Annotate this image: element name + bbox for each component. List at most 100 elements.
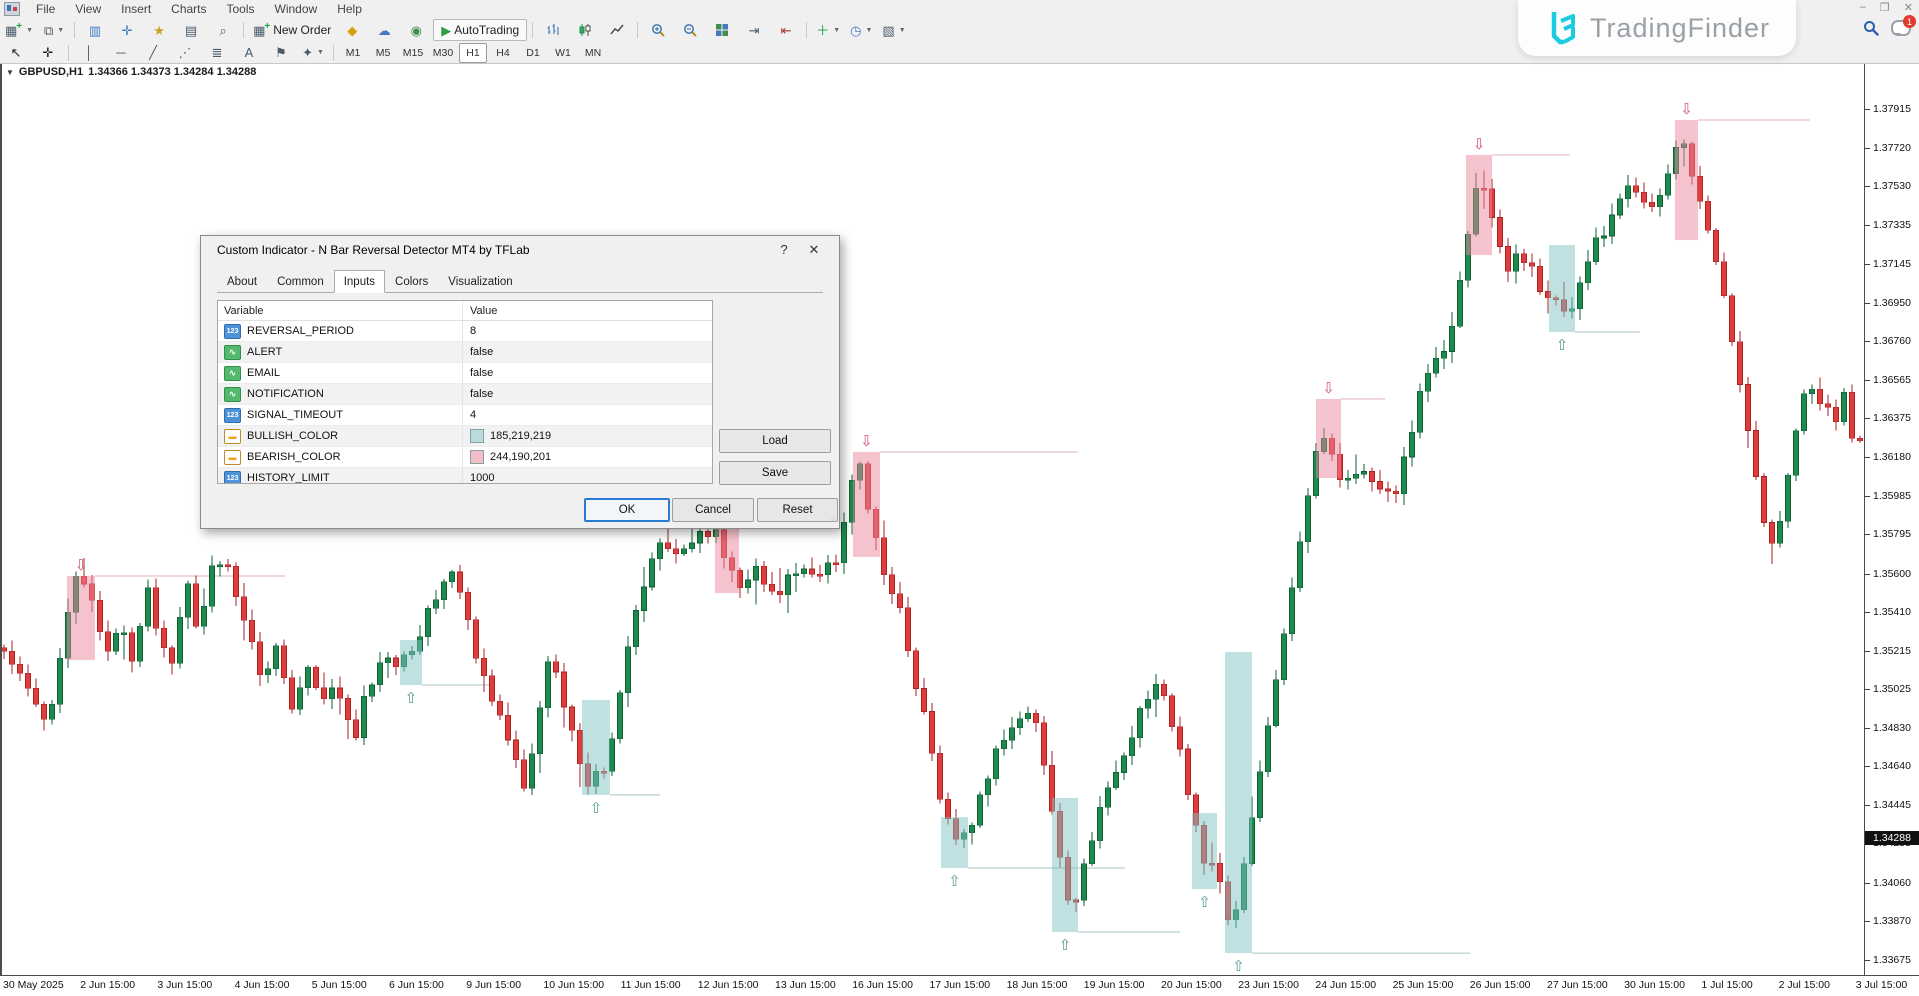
- cancel-button[interactable]: Cancel: [672, 498, 754, 522]
- bar-chart-icon[interactable]: [538, 19, 568, 41]
- cursor-icon[interactable]: ↖: [1, 42, 31, 64]
- dialog-help-button[interactable]: ?: [769, 242, 799, 257]
- dialog-close-icon[interactable]: ✕: [799, 242, 829, 258]
- chat-icon[interactable]: 1: [1891, 20, 1911, 36]
- inputs-table[interactable]: VariableValue123REVERSAL_PERIOD8∿ALERTfa…: [217, 300, 713, 484]
- tile-windows-icon[interactable]: [707, 19, 737, 41]
- menu-window[interactable]: Window: [265, 1, 328, 17]
- timeframe-w1[interactable]: W1: [549, 43, 577, 63]
- input-name: BULLISH_COLOR: [247, 430, 338, 442]
- dialog-titlebar[interactable]: Custom Indicator - N Bar Reversal Detect…: [201, 236, 839, 263]
- alerts-icon[interactable]: ◉: [401, 19, 431, 41]
- candle-body: [634, 611, 639, 647]
- search-icon[interactable]: [1863, 20, 1879, 36]
- input-row-reversal_period[interactable]: 123REVERSAL_PERIOD8: [218, 321, 712, 342]
- input-row-history_limit[interactable]: 123HISTORY_LIMIT1000: [218, 468, 712, 484]
- menu-file[interactable]: File: [26, 1, 65, 17]
- vertical-line-icon[interactable]: │: [74, 42, 104, 64]
- input-row-signal_timeout[interactable]: 123SIGNAL_TIMEOUT4: [218, 405, 712, 426]
- menu-view[interactable]: View: [65, 1, 111, 17]
- line-chart-icon[interactable]: [602, 19, 632, 41]
- market-icon[interactable]: ☁: [369, 19, 399, 41]
- time-axis[interactable]: 30 May 20252 Jun 15:003 Jun 15:004 Jun 1…: [0, 976, 1919, 996]
- candle-body: [882, 538, 887, 575]
- metaeditor-icon[interactable]: ◆: [337, 19, 367, 41]
- candle-body: [1018, 719, 1023, 728]
- candle-body: [770, 584, 775, 591]
- new-chart-icon[interactable]: ▦+▼: [1, 19, 37, 41]
- label-icon[interactable]: ⚑: [266, 42, 296, 64]
- timeframe-h1[interactable]: H1: [459, 43, 487, 63]
- new-order-button[interactable]: ▦+New Order: [249, 19, 335, 41]
- bearish-zone: [67, 576, 95, 660]
- shapes-icon[interactable]: ✦▼: [298, 42, 328, 64]
- candle-body: [2, 648, 7, 651]
- auto-scroll-icon[interactable]: ⇥: [739, 19, 769, 41]
- zoom-out-icon[interactable]: [675, 19, 705, 41]
- trendline-icon[interactable]: ╱: [138, 42, 168, 64]
- periods-icon[interactable]: ◷▼: [846, 19, 876, 41]
- equidistant-channel-icon[interactable]: ⋰: [170, 42, 200, 64]
- market-watch-icon[interactable]: ▥: [80, 19, 110, 41]
- autotrading-button[interactable]: ▶AutoTrading: [433, 19, 527, 41]
- candle-body: [906, 608, 911, 651]
- input-row-email[interactable]: ∿EMAILfalse: [218, 363, 712, 384]
- horizontal-line-icon[interactable]: ─: [106, 42, 136, 64]
- indicator-properties-dialog: Custom Indicator - N Bar Reversal Detect…: [200, 235, 840, 529]
- tab-common[interactable]: Common: [267, 272, 334, 293]
- timeframe-mn[interactable]: MN: [579, 43, 607, 63]
- save-button[interactable]: Save: [719, 461, 831, 485]
- timeframe-m30[interactable]: M30: [429, 43, 457, 63]
- input-row-notification[interactable]: ∿NOTIFICATIONfalse: [218, 384, 712, 405]
- crosshair-icon[interactable]: ✛: [33, 42, 63, 64]
- minimize-button[interactable]: –: [1860, 1, 1866, 14]
- dialog-resize-grip[interactable]: ⁘: [829, 518, 837, 526]
- data-window-icon[interactable]: ✛: [112, 19, 142, 41]
- profiles-icon[interactable]: ⧉▼: [39, 19, 69, 41]
- templates-icon[interactable]: ▧▼: [878, 19, 909, 41]
- input-value[interactable]: false: [470, 346, 493, 358]
- input-value[interactable]: 1000: [470, 472, 494, 484]
- time-tick-label: 6 Jun 15:00: [389, 979, 444, 991]
- input-value[interactable]: 8: [470, 325, 476, 337]
- input-row-bullish_color[interactable]: ▬BULLISH_COLOR185,219,219: [218, 426, 712, 447]
- input-row-bearish_color[interactable]: ▬BEARISH_COLOR244,190,201: [218, 447, 712, 468]
- tab-visualization[interactable]: Visualization: [438, 272, 522, 293]
- symbol-ohlc-readout[interactable]: ▼ GBPUSD,H1 1.34366 1.34373 1.34284 1.34…: [6, 66, 256, 78]
- restore-button[interactable]: ❐: [1880, 1, 1890, 14]
- ok-button[interactable]: OK: [584, 498, 670, 522]
- timeframe-h4[interactable]: H4: [489, 43, 517, 63]
- menu-insert[interactable]: Insert: [111, 1, 161, 17]
- strategy-tester-icon[interactable]: ⌕: [208, 19, 238, 41]
- price-axis[interactable]: 1.379151.377201.375301.373351.371451.369…: [1865, 63, 1919, 975]
- tab-inputs[interactable]: Inputs: [334, 270, 385, 293]
- text-icon[interactable]: A: [234, 42, 264, 64]
- candlestick-chart-icon[interactable]: [570, 19, 600, 41]
- load-button[interactable]: Load: [719, 429, 831, 453]
- input-value[interactable]: 4: [470, 409, 476, 421]
- tab-colors[interactable]: Colors: [385, 272, 438, 293]
- timeframe-m5[interactable]: M5: [369, 43, 397, 63]
- close-button[interactable]: ✕: [1904, 1, 1913, 14]
- timeframe-d1[interactable]: D1: [519, 43, 547, 63]
- timeframe-m1[interactable]: M1: [339, 43, 367, 63]
- input-value[interactable]: false: [470, 388, 493, 400]
- navigator-icon[interactable]: ★: [144, 19, 174, 41]
- terminal-icon[interactable]: ▤: [176, 19, 206, 41]
- indicators-icon[interactable]: ＋▼: [812, 19, 844, 41]
- candle-body: [250, 620, 255, 641]
- fibonacci-icon[interactable]: ≣: [202, 42, 232, 64]
- input-value[interactable]: 244,190,201: [490, 451, 551, 463]
- menu-help[interactable]: Help: [327, 1, 372, 17]
- chart-shift-icon[interactable]: ⇤: [771, 19, 801, 41]
- menu-charts[interactable]: Charts: [161, 1, 216, 17]
- menu-tools[interactable]: Tools: [217, 1, 265, 17]
- input-value[interactable]: false: [470, 367, 493, 379]
- zoom-in-icon[interactable]: [643, 19, 673, 41]
- input-value[interactable]: 185,219,219: [490, 430, 551, 442]
- reset-button[interactable]: Reset: [757, 498, 838, 522]
- timeframe-m15[interactable]: M15: [399, 43, 427, 63]
- tab-about[interactable]: About: [217, 272, 267, 293]
- input-row-alert[interactable]: ∿ALERTfalse: [218, 342, 712, 363]
- time-tick-label: 16 Jun 15:00: [852, 979, 913, 991]
